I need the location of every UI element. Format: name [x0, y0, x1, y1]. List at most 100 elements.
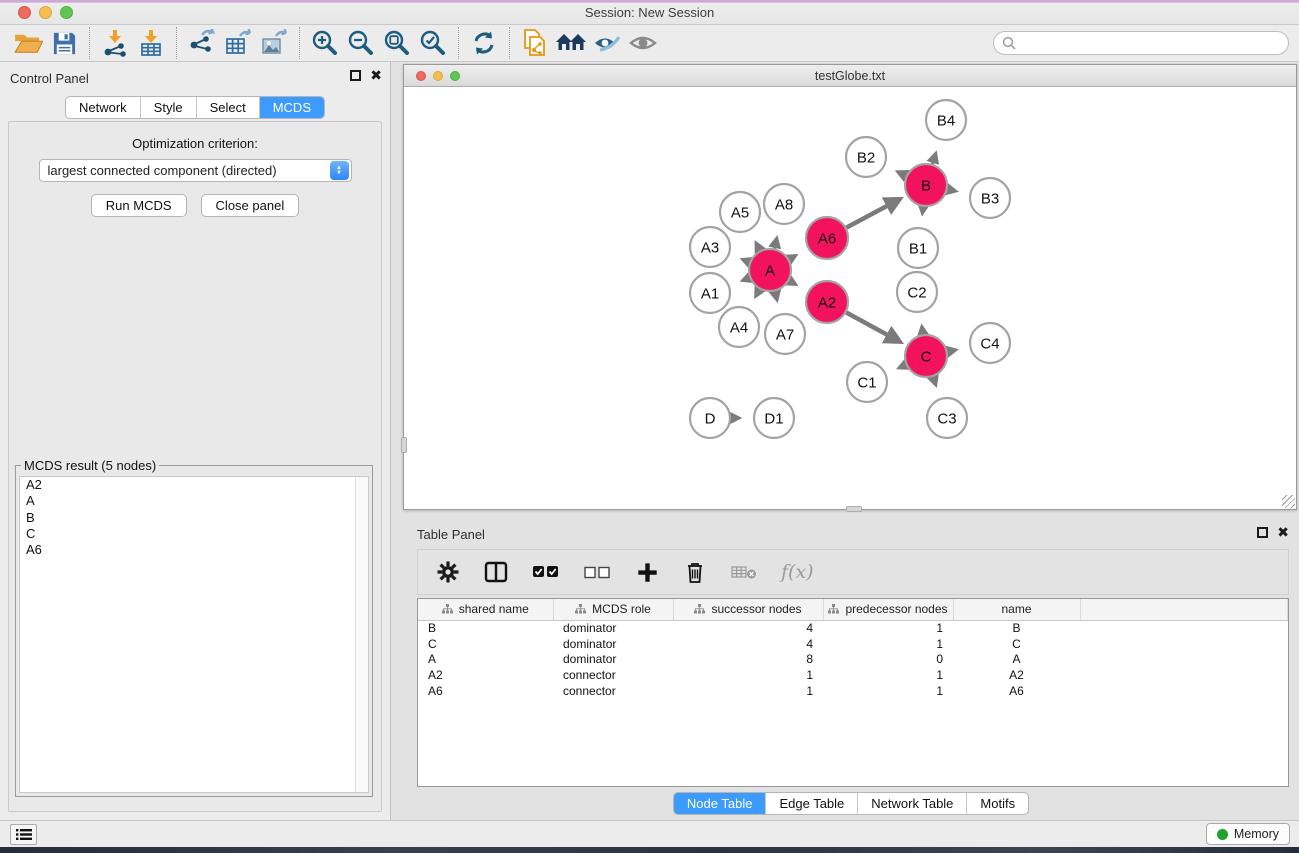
network-canvas[interactable]: AA1A2A3A4A5A6A7A8BB1B2B3B4CC1C2C3C4DD1 — [404, 88, 1296, 509]
mcds-result-item[interactable]: C — [20, 526, 368, 542]
graph-edge-A-A3[interactable] — [743, 260, 750, 263]
graph-edge-A2-C[interactable] — [846, 313, 899, 342]
table-cell[interactable]: 1 — [823, 636, 953, 652]
graph-edge-A6-B[interactable] — [846, 199, 899, 227]
delete-column-icon[interactable] — [683, 561, 707, 584]
table-cell[interactable]: A2 — [418, 667, 553, 683]
table-cell[interactable]: A2 — [953, 667, 1080, 683]
column-header-shared-name[interactable]: shared name — [418, 599, 553, 620]
graph-edge-B-B1[interactable] — [922, 207, 923, 213]
table-cell[interactable]: 4 — [673, 620, 823, 636]
eye-slash-icon[interactable] — [589, 27, 625, 59]
run-mcds-button[interactable]: Run MCDS — [91, 194, 187, 217]
column-header-predecessor-nodes[interactable]: predecessor nodes — [823, 599, 953, 620]
mcds-result-item[interactable]: B — [20, 510, 368, 526]
select-all-icon[interactable] — [532, 565, 560, 579]
import-table-icon[interactable] — [133, 27, 169, 59]
table-cell[interactable]: 1 — [823, 667, 953, 683]
zoom-fit-icon[interactable] — [379, 27, 415, 59]
save-session-icon[interactable] — [46, 27, 82, 59]
window-resize-grip[interactable] — [1282, 495, 1295, 508]
column-header-MCDS-role[interactable]: MCDS role — [553, 599, 673, 620]
tab-node-table[interactable]: Node Table — [674, 793, 766, 814]
search-field[interactable] — [993, 31, 1289, 55]
table-split-view-icon[interactable] — [484, 561, 508, 583]
node-table[interactable]: shared nameMCDS rolesuccessor nodesprede… — [417, 598, 1289, 787]
table-cell[interactable]: 1 — [673, 667, 823, 683]
mcds-result-item[interactable]: A6 — [20, 542, 368, 558]
table-cell[interactable]: dominator — [553, 636, 673, 652]
table-row[interactable]: Adominator80A — [418, 652, 1288, 668]
graph-edge-A-A5[interactable] — [756, 243, 760, 250]
table-cell[interactable]: 8 — [673, 652, 823, 668]
export-image-icon[interactable] — [256, 27, 292, 59]
graph-edge-B-B2[interactable] — [898, 172, 906, 176]
tab-mcds[interactable]: MCDS — [259, 97, 324, 118]
table-cell[interactable]: 1 — [823, 620, 953, 636]
result-list-scrollbar[interactable] — [355, 477, 368, 792]
refresh-icon[interactable] — [466, 27, 502, 59]
memory-button[interactable]: Memory — [1206, 823, 1290, 845]
table-cell[interactable]: 4 — [673, 636, 823, 652]
graph-edge-A-A8[interactable] — [775, 238, 777, 248]
graph-edge-C-C4[interactable] — [948, 350, 956, 352]
table-cell[interactable]: A6 — [953, 683, 1080, 699]
table-cell[interactable]: 0 — [823, 652, 953, 668]
graph-edge-C-C1[interactable] — [899, 365, 906, 368]
column-header-successor-nodes[interactable]: successor nodes — [673, 599, 823, 620]
table-row[interactable]: A2connector11A2 — [418, 667, 1288, 683]
table-cell[interactable]: 1 — [823, 683, 953, 699]
graph-edge-A-A2[interactable] — [789, 281, 795, 285]
mcds-result-list[interactable]: A2ABCA6 — [19, 476, 369, 793]
close-panel-icon[interactable]: ✖ — [370, 70, 382, 81]
table-cell[interactable]: 1 — [673, 683, 823, 699]
graph-edge-A-A4[interactable] — [756, 289, 760, 296]
network-graph[interactable]: AA1A2A3A4A5A6A7A8BB1B2B3B4CC1C2C3C4DD1 — [404, 88, 1296, 509]
graph-edge-C-C3[interactable] — [933, 377, 936, 385]
zoom-selected-icon[interactable] — [415, 27, 451, 59]
eye-icon[interactable] — [625, 27, 661, 59]
table-row[interactable]: Bdominator41B — [418, 620, 1288, 636]
window-edge-handle-bottom[interactable] — [846, 506, 862, 512]
task-history-button[interactable] — [10, 824, 37, 845]
float-panel-icon[interactable] — [350, 70, 361, 81]
table-cell[interactable]: connector — [553, 667, 673, 683]
graph-edge-B-B4[interactable] — [932, 153, 935, 164]
close-panel-button[interactable]: Close panel — [201, 194, 300, 217]
table-cell[interactable]: dominator — [553, 620, 673, 636]
graph-edge-A-A1[interactable] — [743, 278, 750, 281]
delete-table-icon[interactable] — [731, 565, 757, 580]
tab-motifs[interactable]: Motifs — [966, 793, 1028, 814]
export-table-icon[interactable] — [220, 27, 256, 59]
table-cell[interactable]: A — [418, 652, 553, 668]
graph-edge-C-C2[interactable] — [922, 327, 923, 335]
table-cell[interactable]: A — [953, 652, 1080, 668]
criterion-dropdown[interactable]: largest connected component (directed) ▲… — [39, 159, 352, 182]
table-cell[interactable]: B — [953, 620, 1080, 636]
table-cell[interactable]: connector — [553, 683, 673, 699]
zoom-out-icon[interactable] — [343, 27, 379, 59]
graph-edge-B-B3[interactable] — [948, 189, 956, 191]
table-row[interactable]: Cdominator41C — [418, 636, 1288, 652]
network-window-titlebar[interactable]: testGlobe.txt — [404, 65, 1296, 87]
table-cell[interactable]: A6 — [418, 683, 553, 699]
table-settings-icon[interactable] — [436, 560, 460, 584]
import-network-icon[interactable] — [97, 27, 133, 59]
tab-network[interactable]: Network — [66, 97, 140, 118]
table-row[interactable]: A6connector11A6 — [418, 683, 1288, 699]
zoom-in-icon[interactable] — [307, 27, 343, 59]
tab-style[interactable]: Style — [140, 97, 196, 118]
table-cell[interactable]: C — [953, 636, 1080, 652]
graph-edge-A-A6[interactable] — [789, 256, 795, 260]
tab-select[interactable]: Select — [196, 97, 259, 118]
add-column-icon[interactable] — [635, 562, 659, 583]
table-cell[interactable]: B — [418, 620, 553, 636]
houses-icon[interactable] — [553, 27, 589, 59]
deselect-all-icon[interactable] — [584, 566, 611, 579]
mcds-result-item[interactable]: A2 — [20, 477, 368, 493]
export-network-icon[interactable] — [184, 27, 220, 59]
function-builder-icon[interactable]: f(x) — [781, 561, 814, 583]
table-cell[interactable]: C — [418, 636, 553, 652]
column-header-name[interactable]: name — [953, 599, 1080, 620]
table-close-panel-icon[interactable]: ✖ — [1277, 527, 1289, 538]
